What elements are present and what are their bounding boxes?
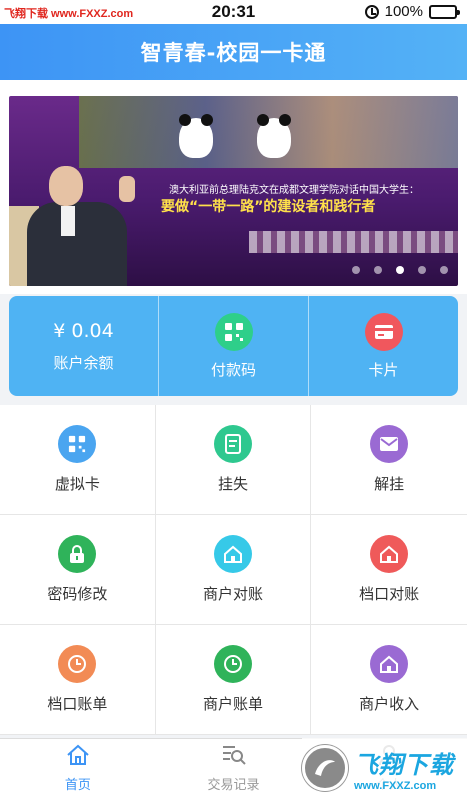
payment-code-card[interactable]: 付款码 [159,296,309,396]
watermark-url: www.FXXZ.com [354,779,437,792]
house-icon [370,535,409,573]
qr-code-icon [58,425,97,463]
battery-percent: 100% [384,3,423,20]
grid-label: 密码修改 [47,585,108,603]
grid-label: 商户收入 [359,695,420,713]
grid-label: 商户账单 [202,695,263,713]
carousel-dot[interactable] [352,266,360,274]
carousel-dot[interactable] [374,266,382,274]
panda-mascot-left [179,114,213,158]
banner-caption-line1: 澳大利亚前总理陆克文在成都文理学院对话中国大学生： [169,185,419,196]
banner-area: 澳大利亚前总理陆克文在成都文理学院对话中国大学生： 要做“一带一路”的建设者和践… [0,80,467,294]
virtual-card-item[interactable]: 虚拟卡 [0,405,156,515]
watermark-brand: 飞翔下载 [354,750,454,779]
card-icon [213,425,252,463]
clock-icon [213,645,252,683]
page-title: 智青春-校园一卡通 [140,41,327,65]
tab-transactions[interactable]: 交易记录 [156,739,312,798]
balance-label: 账户余额 [53,353,114,372]
account-cards: ¥ 0.04 账户余额 付款码 卡片 [9,296,458,396]
grid-label: 商户对账 [202,585,263,603]
tab-home-label: 首页 [64,778,91,793]
status-bar: 飞翔下载 www.FXXZ.com 20:31 100% [0,0,467,24]
change-password-item[interactable]: 密码修改 [0,515,156,625]
grid-label: 挂失 [217,475,248,493]
balance-card[interactable]: ¥ 0.04 账户余额 [9,296,159,396]
status-right: 100% [364,3,460,20]
report-loss-item[interactable]: 挂失 [155,405,312,515]
banner-caption-line2: 要做“一带一路”的建设者和践行者 [161,199,376,215]
tab-home[interactable]: 首页 [0,739,156,798]
grid-label: 档口账单 [47,695,108,713]
merchant-income-item[interactable]: 商户收入 [311,625,467,735]
app-header: 智青春-校园一卡通 [0,24,467,80]
clock-icon [58,645,97,683]
payment-code-label: 付款码 [210,360,256,379]
carousel-dot-active[interactable] [396,266,404,274]
qr-code-icon [214,312,253,351]
banner-speaker [27,166,147,286]
watermark-bottom: 飞翔下载 www.FXXZ.com [302,738,467,798]
tab-transactions-label: 交易记录 [207,778,260,793]
balance-value: ¥ 0.04 [53,319,114,342]
merchant-reconcile-item[interactable]: 商户对账 [155,515,312,625]
battery-icon [429,4,460,19]
card-card[interactable]: 卡片 [309,296,458,396]
house-icon [213,535,252,573]
banner-photo-strip [249,231,458,253]
function-grid: 虚拟卡 挂失 解挂 密码修改 商户对账 档口对账 档口账单 商户账单 商户收入 [0,405,467,735]
merchant-bill-item[interactable]: 商户账单 [155,625,312,735]
grid-label: 档口对账 [359,585,420,603]
stall-reconcile-item[interactable]: 档口对账 [311,515,467,625]
grid-label: 虚拟卡 [54,475,100,493]
unlock-item[interactable]: 解挂 [311,405,467,515]
carousel-dot[interactable] [440,266,448,274]
grid-label: 解挂 [374,475,405,493]
alarm-icon [364,4,379,19]
card-label: 卡片 [368,360,399,379]
carousel-dot[interactable] [418,266,426,274]
watermark-logo-icon [302,745,348,791]
panda-mascot-right [257,114,291,158]
stall-bill-item[interactable]: 档口账单 [0,625,156,735]
envelope-icon [370,425,409,463]
lock-icon [58,535,97,573]
card-icon [364,312,403,351]
home-icon [66,744,90,770]
search-list-icon [221,744,247,770]
carousel-dots [352,266,448,274]
house-icon [370,645,409,683]
banner-carousel[interactable]: 澳大利亚前总理陆克文在成都文理学院对话中国大学生： 要做“一带一路”的建设者和践… [9,96,458,286]
